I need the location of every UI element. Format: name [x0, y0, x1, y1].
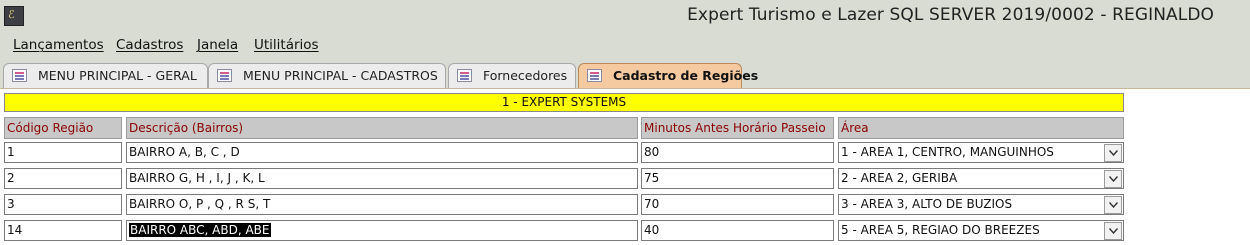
- menu-cadastros[interactable]: Cadastros: [116, 37, 183, 53]
- form-icon: [217, 69, 232, 82]
- code-field[interactable]: 14: [4, 220, 122, 241]
- description-field[interactable]: BAIRRO O, P , Q , R S, T: [126, 194, 638, 215]
- minutes-field[interactable]: 70: [641, 194, 834, 215]
- minutes-field[interactable]: 75: [641, 168, 834, 189]
- menu-janela[interactable]: Janela: [197, 37, 238, 53]
- area-combobox[interactable]: 2 - AREA 2, GERIBA: [838, 168, 1124, 189]
- form-icon: [457, 69, 472, 82]
- title-bar: ℰ Expert Turismo e Lazer SQL SERVER 2019…: [0, 0, 1250, 33]
- area-combobox[interactable]: 1 - AREA 1, CENTRO, MANGUINHOS: [838, 142, 1124, 163]
- description-field[interactable]: BAIRRO A, B, C , D: [126, 142, 638, 163]
- area-combobox[interactable]: 3 - AREA 3, ALTO DE BUZIOS: [838, 194, 1124, 215]
- area-value: 2 - AREA 2, GERIBA: [841, 171, 958, 185]
- description-text: BAIRRO ABC, ABD, ABE: [129, 223, 271, 237]
- code-field[interactable]: 1: [4, 142, 122, 163]
- region-form: 1 - EXPERT SYSTEMS Código Região Descriç…: [0, 89, 1250, 245]
- code-field[interactable]: 2: [4, 168, 122, 189]
- chevron-down-icon[interactable]: [1104, 196, 1122, 214]
- area-value: 1 - AREA 1, CENTRO, MANGUINHOS: [841, 145, 1054, 159]
- tab-label: Cadastro de Regiões: [613, 68, 759, 83]
- tab-label: Fornecedores: [483, 68, 568, 83]
- description-text: BAIRRO G, H , I, J , K, L: [129, 171, 265, 185]
- description-text: BAIRRO A, B, C , D: [129, 145, 240, 159]
- tab-menu-principal-geral[interactable]: MENU PRINCIPAL - GERAL: [3, 63, 208, 88]
- description-field[interactable]: BAIRRO ABC, ABD, ABE: [126, 220, 638, 241]
- chevron-down-icon[interactable]: [1104, 144, 1122, 162]
- form-icon: [12, 69, 27, 82]
- menu-utilitarios[interactable]: Utilitários: [254, 37, 319, 53]
- column-header-description: Descrição (Bairros): [126, 117, 638, 139]
- area-value: 5 - AREA 5, REGIAO DO BREEZES: [841, 223, 1040, 237]
- app-logo-icon[interactable]: ℰ: [4, 6, 24, 26]
- minutes-field[interactable]: 80: [641, 142, 834, 163]
- column-header-area: Área: [838, 117, 1124, 139]
- column-header-code: Código Região: [4, 117, 122, 139]
- menu-lancamentos[interactable]: Lançamentos: [13, 37, 104, 53]
- window-title: Expert Turismo e Lazer SQL SERVER 2019/0…: [687, 5, 1214, 25]
- menu-bar: Lançamentos Cadastros Janela Utilitários: [0, 33, 1250, 58]
- code-field[interactable]: 3: [4, 194, 122, 215]
- area-value: 3 - AREA 3, ALTO DE BUZIOS: [841, 197, 1013, 211]
- company-header: 1 - EXPERT SYSTEMS: [4, 93, 1124, 112]
- chevron-down-icon[interactable]: [1104, 222, 1122, 240]
- column-header-minutes: Minutos Antes Horário Passeio: [641, 117, 834, 139]
- tab-label: MENU PRINCIPAL - CADASTROS: [243, 68, 438, 83]
- description-text: BAIRRO O, P , Q , R S, T: [129, 197, 271, 211]
- chevron-down-icon[interactable]: [1104, 170, 1122, 188]
- tab-cadastro-de-regioes[interactable]: Cadastro de Regiões: [578, 63, 758, 88]
- form-icon: [587, 69, 602, 82]
- tab-label: MENU PRINCIPAL - GERAL: [38, 68, 197, 83]
- area-combobox[interactable]: 5 - AREA 5, REGIAO DO BREEZES: [838, 220, 1124, 241]
- document-tabs: MENU PRINCIPAL - GERAL MENU PRINCIPAL - …: [0, 58, 1250, 89]
- tab-menu-principal-cadastros[interactable]: MENU PRINCIPAL - CADASTROS: [208, 63, 446, 88]
- tab-fornecedores[interactable]: Fornecedores: [448, 63, 576, 88]
- description-field[interactable]: BAIRRO G, H , I, J , K, L: [126, 168, 638, 189]
- minutes-field[interactable]: 40: [641, 220, 834, 241]
